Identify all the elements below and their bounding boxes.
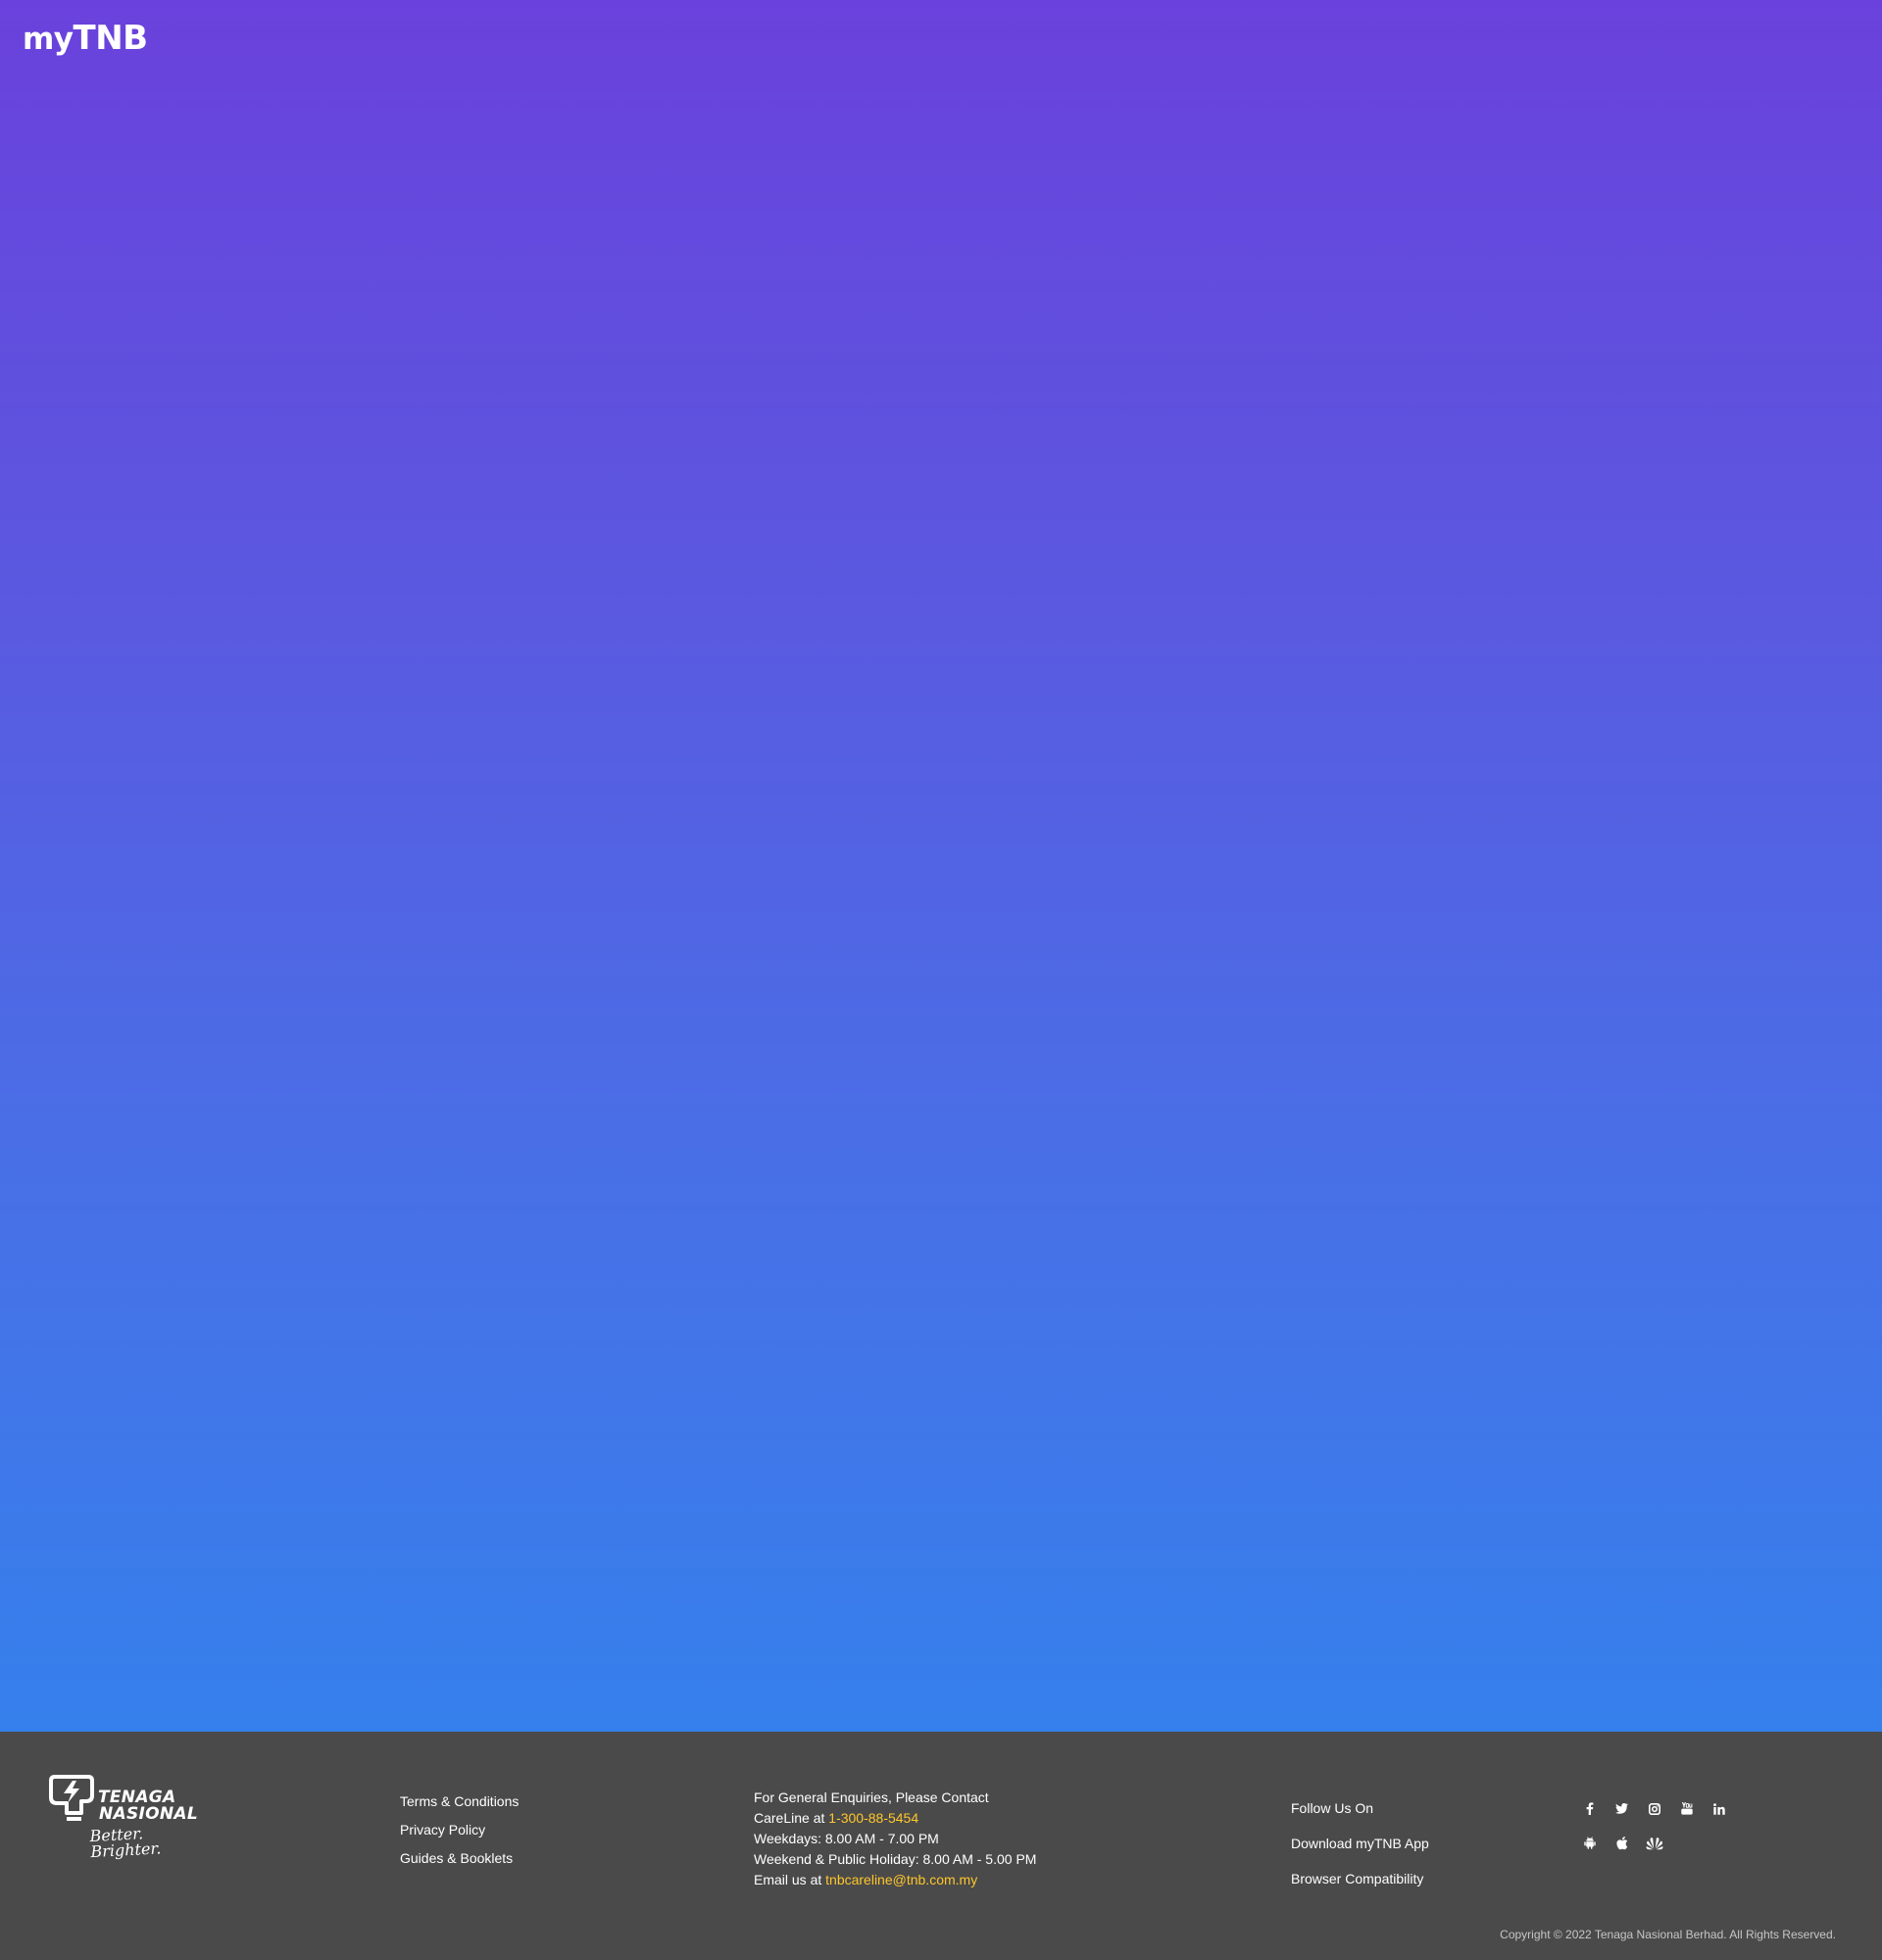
careline-row: CareLine at 1-300-88-5454 xyxy=(754,1808,1036,1829)
email-link[interactable]: tnbcareline@tnb.com.my xyxy=(825,1872,977,1887)
mytnb-logo[interactable]: myTNB xyxy=(23,22,148,55)
tenaga-nasional-logo[interactable]: TENAGA NASIONAL Better. Brighter. xyxy=(49,1774,206,1861)
site-footer: TENAGA NASIONAL Better. Brighter. Terms … xyxy=(0,1732,1882,1960)
logo-tnb-text: TNB xyxy=(73,19,149,58)
privacy-policy-link[interactable]: Privacy Policy xyxy=(400,1816,519,1844)
youtube-icon[interactable] xyxy=(1677,1799,1696,1818)
contact-info: For General Enquiries, Please Contact Ca… xyxy=(754,1788,1036,1890)
terms-conditions-link[interactable]: Terms & Conditions xyxy=(400,1788,519,1816)
facebook-icon[interactable] xyxy=(1580,1799,1599,1818)
brand-line-2: NASIONAL xyxy=(99,1804,199,1824)
huawei-icon[interactable] xyxy=(1645,1834,1663,1852)
hero-background: myTNB xyxy=(0,0,1882,1732)
careline-number-link[interactable]: 1-300-88-5454 xyxy=(828,1810,918,1826)
logo-my-text: my xyxy=(23,22,74,57)
contact-heading: For General Enquiries, Please Contact xyxy=(754,1789,989,1805)
linkedin-icon[interactable] xyxy=(1709,1799,1728,1818)
footer-links: Terms & Conditions Privacy Policy Guides… xyxy=(400,1788,519,1873)
email-prefix: Email us at xyxy=(754,1872,826,1887)
footer-right-column: Follow Us On Download myTNB App Browser … xyxy=(1291,1790,1429,1896)
careline-prefix: CareLine at xyxy=(754,1810,829,1826)
app-store-icons xyxy=(1580,1834,1663,1852)
android-icon[interactable] xyxy=(1580,1834,1599,1852)
weekdays-hours: Weekdays: 8.00 AM - 7.00 PM xyxy=(754,1831,939,1846)
twitter-icon[interactable] xyxy=(1612,1799,1631,1818)
apple-icon[interactable] xyxy=(1612,1834,1631,1852)
tnb-emblem-icon xyxy=(49,1775,94,1821)
email-row: Email us at tnbcareline@tnb.com.my xyxy=(754,1870,1036,1890)
browser-compatibility-link[interactable]: Browser Compatibility xyxy=(1291,1871,1423,1886)
social-icons xyxy=(1580,1799,1728,1818)
download-app-label: Download myTNB App xyxy=(1291,1836,1429,1851)
brand-tagline: Better. Brighter. xyxy=(89,1824,162,1862)
follow-us-label: Follow Us On xyxy=(1291,1800,1374,1816)
guides-booklets-link[interactable]: Guides & Booklets xyxy=(400,1844,519,1873)
instagram-icon[interactable] xyxy=(1645,1799,1663,1818)
weekend-hours: Weekend & Public Holiday: 8.00 AM - 5.00… xyxy=(754,1851,1037,1867)
copyright-text: Copyright © 2022 Tenaga Nasional Berhad.… xyxy=(1500,1928,1836,1941)
